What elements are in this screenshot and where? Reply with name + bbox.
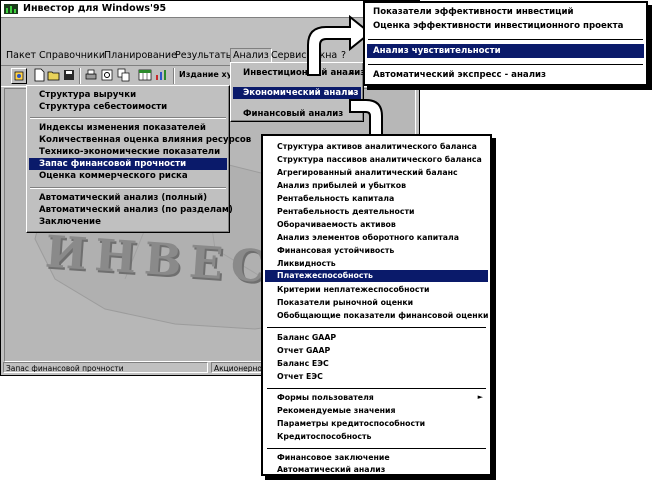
financial-analysis-callout: Структура активов аналитического баланса… xyxy=(261,134,492,476)
menu-item-safety-margin[interactable]: Запас финансовой прочности xyxy=(29,158,227,170)
window-title: Инвестор для Windows'95 xyxy=(23,3,167,14)
menu-item-liquidity[interactable]: Ликвидность xyxy=(277,259,336,268)
status-message: Запас финансовой прочности xyxy=(3,362,208,373)
menu-item-report-gaap[interactable]: Отчет GAAP xyxy=(277,346,330,355)
menu-separator xyxy=(368,39,643,40)
menu-item-sensitivity-analysis[interactable]: Анализ чувствительности xyxy=(367,44,644,58)
menu-item-auto-full[interactable]: Автоматический анализ (полный) xyxy=(29,192,227,204)
copy-icon[interactable] xyxy=(117,68,131,82)
menu-item-economic-analysis[interactable]: Экономический анализ ► xyxy=(233,87,361,99)
menu-item-report-ees[interactable]: Отчет ЕЭС xyxy=(277,372,323,381)
menu-item-creditworthiness[interactable]: Кредитоспособность xyxy=(277,432,371,441)
menu-item-tech-economic[interactable]: Технико-экономические показатели xyxy=(29,146,227,158)
menu-separator xyxy=(30,117,226,119)
menu-item-revenue-structure[interactable]: Структура выручки xyxy=(29,89,227,101)
menu-separator xyxy=(30,187,226,189)
menu-item-financial-analysis[interactable]: Финансовый анализ xyxy=(233,108,361,120)
menu-item-project-efficiency[interactable]: Оценка эффективности инвестиционного про… xyxy=(373,21,623,31)
menu-separator xyxy=(267,327,486,328)
chart-icon[interactable] xyxy=(154,68,168,82)
menu-item-credit-parameters[interactable]: Параметры кредитоспособности xyxy=(277,419,425,428)
menu-separator xyxy=(368,64,643,65)
menu-item-working-capital[interactable]: Анализ элементов оборотного капитала xyxy=(277,233,459,242)
menu-item-financial-conclusion[interactable]: Финансовое заключение xyxy=(277,453,390,462)
menu-package[interactable]: Пакет xyxy=(6,48,36,64)
new-file-icon[interactable] xyxy=(32,68,46,82)
toolbar-separator xyxy=(79,68,81,84)
open-project-icon[interactable] xyxy=(11,68,27,84)
menu-item-user-forms[interactable]: Формы пользователя ► xyxy=(277,393,487,402)
menu-item-balance-ees[interactable]: Баланс ЕЭС xyxy=(277,359,329,368)
menu-item-change-indices[interactable]: Индексы изменения показателей xyxy=(29,122,227,134)
menu-item-auto-sections[interactable]: Автоматический анализ (по разделам) xyxy=(29,204,233,216)
menu-item-express-analysis[interactable]: Автоматический экспресс - анализ xyxy=(373,70,546,80)
menu-item-commercial-risk[interactable]: Оценка коммерческого риска xyxy=(29,170,227,182)
economic-analysis-submenu: Структура выручки Структура себестоимост… xyxy=(26,85,251,233)
menu-item-market-indicators[interactable]: Показатели рыночной оценки xyxy=(277,298,413,307)
menu-item-aggregated-balance[interactable]: Агрегированный аналитический баланс xyxy=(277,168,458,177)
save-icon[interactable] xyxy=(62,68,76,82)
table-icon[interactable] xyxy=(138,68,152,82)
investment-analysis-callout: Показатели эффективности инвестиций Оцен… xyxy=(363,1,648,86)
print-icon[interactable] xyxy=(84,68,98,82)
menu-results[interactable]: Результаты xyxy=(175,48,233,64)
menu-item-profit-loss[interactable]: Анализ прибылей и убытков xyxy=(277,181,406,190)
menu-item-activity-profitability[interactable]: Рентабельность деятельности xyxy=(277,207,414,216)
submenu-arrow-icon: ► xyxy=(477,393,483,401)
menu-item-capital-profitability[interactable]: Рентабельность капитала xyxy=(277,194,394,203)
menu-item-assets-structure[interactable]: Структура активов аналитического баланса xyxy=(277,142,477,151)
menu-item-recommended-values[interactable]: Рекомендуемые значения xyxy=(277,406,395,415)
menu-item-resource-impact[interactable]: Количественная оценка влияния ресурсов xyxy=(29,134,251,146)
menu-item-asset-turnover[interactable]: Оборачиваемость активов xyxy=(277,220,396,229)
menu-item-summary-indicators[interactable]: Обобщающие показатели финансовой оценки xyxy=(277,311,488,320)
menu-item-conclusion[interactable]: Заключение xyxy=(29,216,227,228)
menu-directories[interactable]: Справочники xyxy=(39,48,105,64)
menu-item-solvency[interactable]: Платежеспособность xyxy=(265,270,488,282)
menu-item-balance-gaap[interactable]: Баланс GAAP xyxy=(277,333,336,342)
menu-item-insolvency-criteria[interactable]: Критерии неплатежеспособности xyxy=(277,285,429,294)
menu-planning[interactable]: Планирование xyxy=(104,48,177,64)
toolbar-separator xyxy=(173,68,175,84)
menu-item-investment-indicators[interactable]: Показатели эффективности инвестиций xyxy=(373,7,574,17)
preview-icon[interactable] xyxy=(100,68,114,82)
menu-item-cost-structure[interactable]: Структура себестоимости xyxy=(29,101,227,113)
menu-item-auto-analysis[interactable]: Автоматический анализ xyxy=(277,465,385,474)
open-folder-icon[interactable] xyxy=(47,68,61,82)
menu-separator xyxy=(267,388,486,389)
menu-item-financial-stability[interactable]: Финансовая устойчивость xyxy=(277,246,394,255)
menu-item-liabilities-structure[interactable]: Структура пассивов аналитического баланс… xyxy=(277,155,482,164)
menu-separator xyxy=(267,448,486,449)
app-logo-icon xyxy=(4,4,18,14)
